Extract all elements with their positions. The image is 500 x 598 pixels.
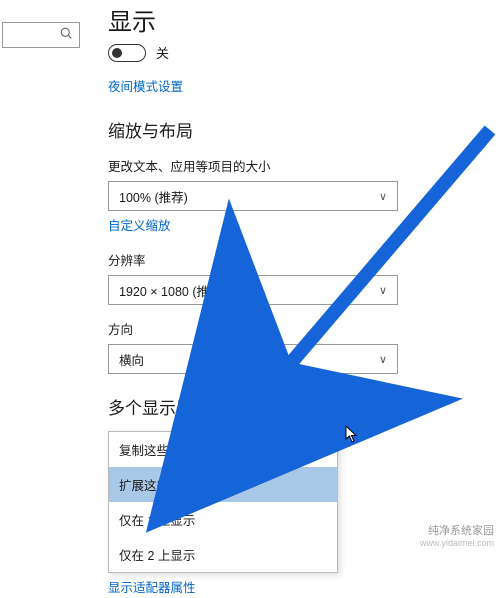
orientation-label: 方向 (108, 319, 480, 338)
page-title: 显示 (108, 0, 480, 37)
multi-display-dropdown[interactable]: 复制这些显示器 扩展这些显示器 仅在 1 上显示 仅在 2 上显示 (108, 431, 338, 573)
night-mode-toggle[interactable] (108, 44, 146, 62)
resolution-label: 分辨率 (108, 250, 480, 269)
orientation-select[interactable]: 横向 ∨ (108, 344, 398, 374)
orientation-value: 横向 (119, 350, 144, 369)
scale-layout-heading: 缩放与布局 (108, 117, 480, 142)
search-input[interactable] (2, 22, 80, 48)
toggle-state-label: 关 (156, 43, 169, 62)
watermark-brand: 纯净系统家园 (428, 525, 494, 538)
adapter-properties-link[interactable]: 显示适配器属性 (108, 577, 196, 596)
dropdown-option-only-1[interactable]: 仅在 1 上显示 (109, 502, 337, 537)
custom-scale-link[interactable]: 自定义缩放 (108, 215, 171, 234)
resolution-select[interactable]: 1920 × 1080 (推荐) ∨ (108, 275, 398, 305)
chevron-down-icon: ∨ (379, 190, 387, 203)
chevron-down-icon: ∨ (379, 353, 387, 366)
watermark: 纯净系统家园 www.yidaimei.com (420, 525, 494, 549)
multi-display-heading: 多个显示器 (108, 394, 480, 419)
text-size-label: 更改文本、应用等项目的大小 (108, 156, 480, 175)
chevron-down-icon: ∨ (379, 284, 387, 297)
search-icon (60, 27, 73, 43)
dropdown-option-extend[interactable]: 扩展这些显示器 (109, 467, 337, 502)
resolution-value: 1920 × 1080 (推荐) (119, 281, 226, 300)
watermark-host: www.yidaimei.com (420, 538, 494, 549)
night-mode-settings-link[interactable]: 夜间模式设置 (108, 76, 183, 95)
dropdown-option-duplicate[interactable]: 复制这些显示器 (109, 432, 337, 467)
text-size-value: 100% (推荐) (119, 187, 188, 206)
text-size-select[interactable]: 100% (推荐) ∨ (108, 181, 398, 211)
